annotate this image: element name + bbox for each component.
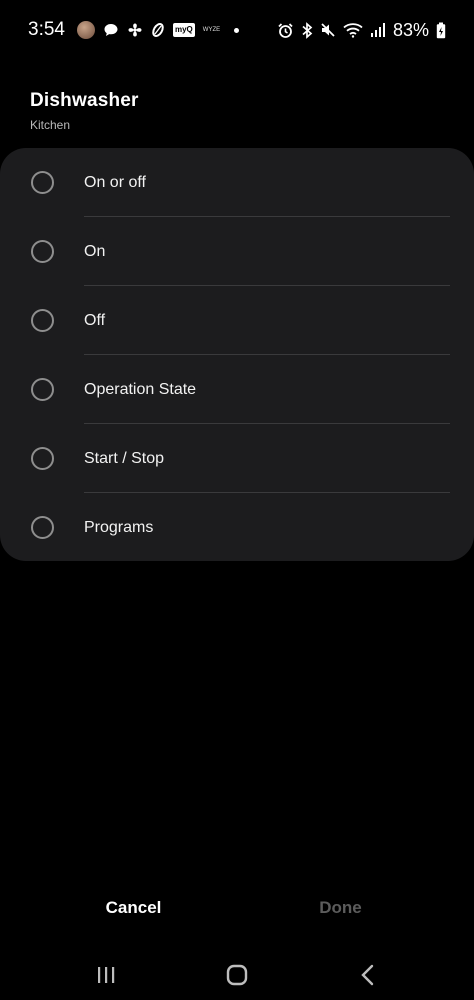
status-right: 83% (277, 20, 446, 41)
fan-icon (127, 20, 143, 40)
navigation-bar (0, 950, 474, 1000)
option-label: On (84, 242, 106, 260)
home-button[interactable] (217, 955, 257, 995)
status-left: 3:54 myQ WYZE (28, 19, 240, 41)
radio-button[interactable] (31, 378, 54, 401)
options-card: On or off On Off Operation State Start /… (0, 148, 474, 561)
option-operation-state[interactable]: Operation State (0, 355, 474, 424)
battery-icon (436, 20, 446, 40)
option-label: Off (84, 311, 106, 329)
option-on-or-off[interactable]: On or off (0, 148, 474, 217)
device-room: Kitchen (30, 118, 71, 132)
status-time: 3:54 (28, 19, 65, 40)
small-text-label: WYZE (202, 27, 221, 33)
recent-apps-button[interactable] (86, 955, 126, 995)
screen: 3:54 myQ WYZE 83% Dishwasher Kitchen On … (0, 0, 474, 1000)
battery-percentage: 83% (392, 19, 429, 40)
radio-button[interactable] (31, 309, 54, 332)
option-off[interactable]: Off (0, 286, 474, 355)
mute-icon (320, 20, 336, 40)
radio-button[interactable] (31, 240, 54, 263)
radio-button[interactable] (31, 447, 54, 470)
chat-bubble-icon (103, 20, 119, 40)
notification-dot-icon (234, 20, 240, 40)
signal-icon (370, 20, 386, 40)
option-label: Start / Stop (84, 449, 165, 467)
radio-button[interactable] (31, 171, 54, 194)
option-label: On or off (84, 173, 146, 191)
wifi-icon (343, 20, 363, 40)
bottom-actions: Cancel Done (0, 888, 474, 928)
alarm-icon (277, 20, 294, 40)
option-on[interactable]: On (0, 217, 474, 286)
home-icon (226, 964, 248, 986)
myq-label: myQ (172, 23, 195, 37)
small-text-icon: WYZE (203, 20, 220, 40)
device-title: Dishwasher (30, 90, 139, 111)
header: Dishwasher Kitchen (30, 90, 139, 132)
bluetooth-icon (301, 20, 313, 40)
recent-apps-icon (97, 967, 114, 983)
cancel-button[interactable]: Cancel (0, 888, 237, 928)
option-label: Programs (84, 518, 154, 536)
done-button[interactable]: Done (237, 888, 474, 928)
option-programs[interactable]: Programs (0, 493, 474, 562)
status-bar: 3:54 myQ WYZE 83% (0, 0, 474, 60)
myq-icon: myQ (172, 20, 195, 40)
back-icon (361, 964, 374, 986)
back-button[interactable] (348, 955, 388, 995)
option-start-stop[interactable]: Start / Stop (0, 424, 474, 493)
avatar-icon (76, 20, 95, 40)
option-label: Operation State (84, 380, 197, 398)
radio-button[interactable] (31, 516, 54, 539)
leaf-icon (151, 20, 165, 40)
